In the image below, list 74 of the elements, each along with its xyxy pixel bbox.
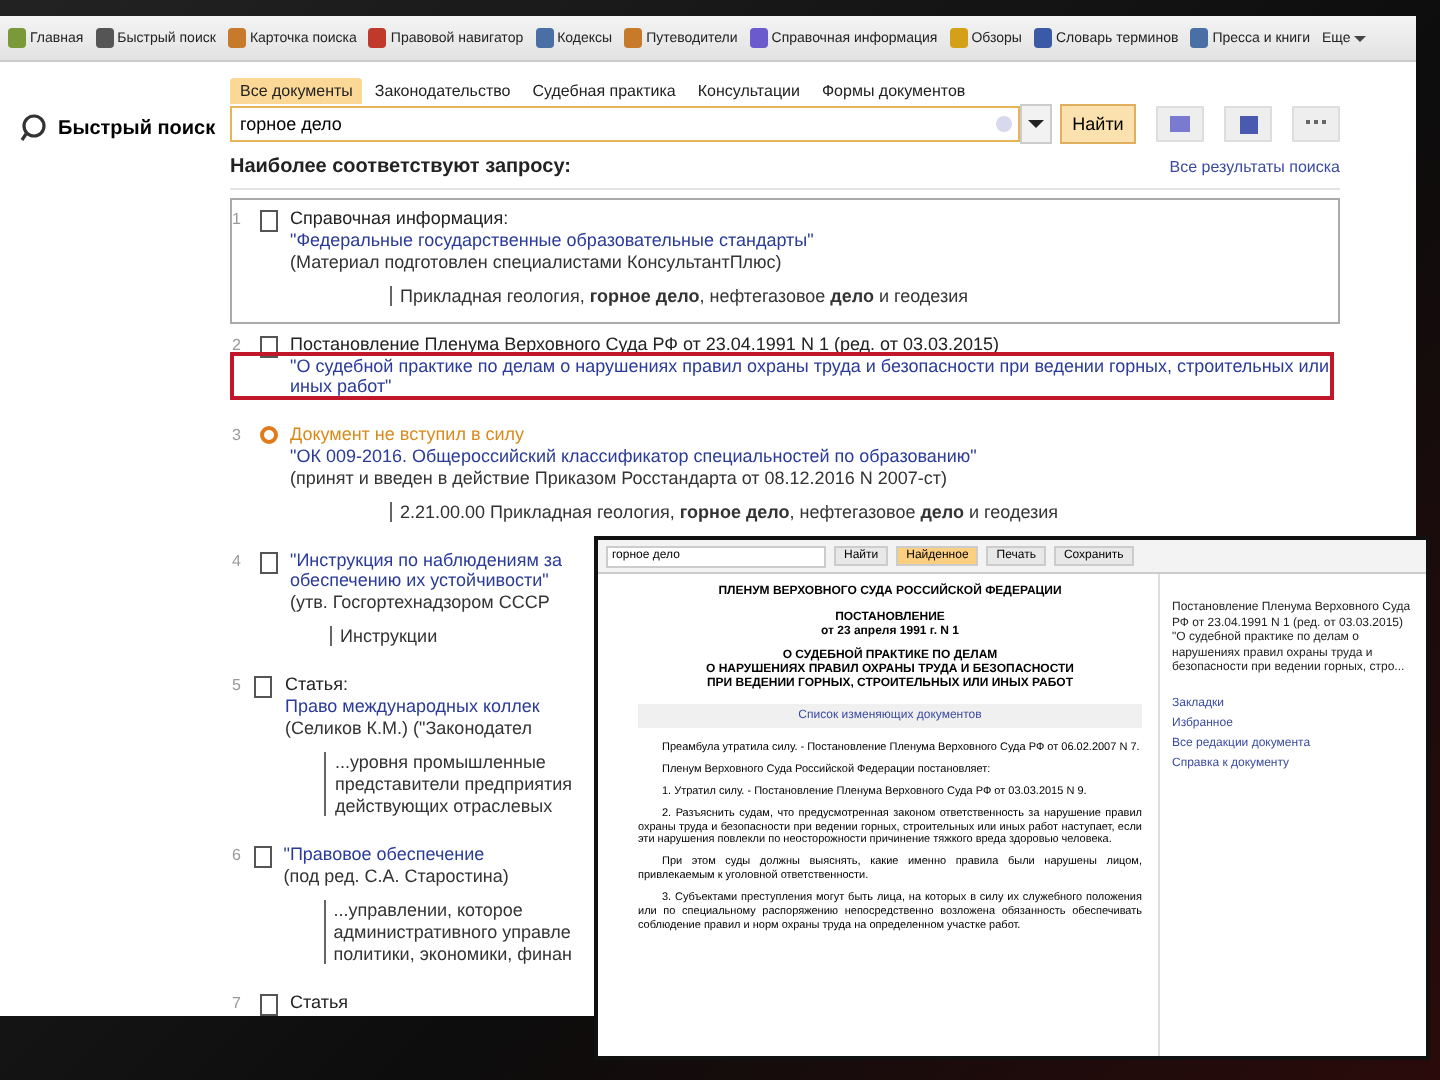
result-title-link[interactable]: "Правовое обеспечение	[283, 844, 572, 864]
result-note: (принят и введен в действие Приказом Росстандарта от 08.12.2016 N 2007-ст)	[290, 468, 949, 488]
search-tab[interactable]: Консультации	[687, 78, 810, 104]
warning-icon	[260, 426, 278, 444]
result-snippet: ...управлении, которое	[333, 900, 525, 920]
result-item[interactable]: 7 Статья	[230, 982, 582, 1034]
result-item[interactable]: 4 "Инструкция по наблюдениям за обеспечению их устойчивости" (утв. Госгортехнадзором СССР Инструкции	[230, 540, 582, 664]
quick-search-label: Быстрый поиск	[58, 117, 216, 139]
results-heading: Наиболее соответствуют запросу:	[230, 156, 571, 178]
more-options-button[interactable]	[1292, 106, 1340, 142]
result-snippet: представители предприятия	[334, 774, 572, 794]
result-note: (Материал подготовлен специалистами КонсультантПлюс)	[290, 252, 784, 272]
document-icon	[260, 994, 278, 1016]
find-button[interactable]: Найти	[1060, 104, 1136, 144]
search-icon	[20, 114, 48, 142]
result-number: 5	[232, 674, 243, 694]
document-icon	[1239, 115, 1257, 133]
search-tab[interactable]: Законодательство	[364, 78, 521, 104]
dots-icon	[1306, 120, 1326, 128]
result-number: 7	[232, 992, 243, 1012]
toolbar-icon	[1190, 28, 1209, 48]
search-tab[interactable]: Все документы	[230, 78, 363, 104]
result-item[interactable]: 6 "Правовое обеспечение (под ред. С.А. Старостина) ...управлении, которое административного управле политики, экономики, финан	[230, 834, 582, 982]
document-icon	[260, 552, 278, 574]
document-icon	[254, 676, 273, 698]
result-snippet: ...уровня промышленные	[334, 752, 548, 772]
result-title-link[interactable]: "ОК 009-2016. Общероссийский классификатор специальностей по образованию"	[290, 446, 1059, 466]
result-title-link[interactable]: Право международных коллек	[284, 696, 572, 716]
document-icon	[260, 336, 278, 358]
history-dropdown[interactable]	[1020, 104, 1052, 144]
result-snippet: 2.21.00.00 Прикладная геология, горное дело, нефтегазовое дело и геодезия	[400, 502, 1059, 522]
toolbar-icon	[227, 28, 246, 48]
print-button[interactable]	[1156, 106, 1204, 142]
toolbar-icon	[95, 28, 114, 48]
caret-icon	[1354, 35, 1367, 47]
document-icon	[253, 846, 272, 868]
result-type: Статья	[290, 992, 349, 1012]
result-snippet: Прикладная геология, горное дело, нефтегазовое дело и геодезия	[400, 286, 968, 306]
toolbar-icon	[624, 28, 643, 48]
result-type: Статья:	[284, 674, 350, 694]
result-title-link[interactable]: "Инструкция по наблюдениям за	[290, 550, 563, 570]
word-button[interactable]	[1224, 106, 1272, 142]
result-title-link[interactable]: "О судебной практике по делам о нарушениях правил охраны труда и безопасности при ведении горных, строительных или	[290, 356, 1330, 376]
search-tab[interactable]: Судебная практика	[522, 78, 686, 104]
result-number: 2	[232, 334, 243, 354]
toolbar-icon	[8, 28, 26, 48]
result-item[interactable]: 1 Справочная информация: "Федеральные государственные образовательные стандарты" (Материал подготовлен специалистами КонсультантПлюс) Прикладная геология, горное дело, нефтегазовое дело и геодезия	[230, 198, 1340, 324]
result-title-link[interactable]: иных работ"	[290, 376, 1330, 396]
document-icon	[260, 210, 278, 232]
result-note: (под ред. С.А. Старостина)	[283, 866, 511, 886]
result-number: 6	[232, 844, 242, 864]
result-item[interactable]: 5 Статья: Право международных коллек (Селиков К.М.) ("Законодател ...уровня промышленные представители предприятия действующих отраслевых	[230, 664, 582, 834]
search-tab[interactable]: Формы документов	[811, 78, 976, 104]
result-title-link[interactable]: "Федеральные государственные образовательные стандарты"	[290, 230, 968, 250]
result-note: (утв. Госгортехнадзором СССР	[290, 592, 552, 612]
result-title-link[interactable]: обеспечению их устойчивости"	[290, 570, 563, 590]
toolbar-icon	[949, 28, 968, 48]
result-number: 4	[232, 550, 243, 570]
result-type: Справочная информация:	[290, 208, 511, 228]
toolbar-icon	[1033, 28, 1052, 48]
result-number: 1	[232, 208, 243, 228]
result-snippet: политики, экономики, финан	[333, 944, 572, 964]
result-snippet: административного управле	[333, 922, 572, 942]
result-snippet: действующих отраслевых	[334, 796, 555, 816]
toolbar-icon	[749, 28, 768, 48]
result-note: (Селиков К.М.) ("Законодател	[284, 718, 535, 738]
printer-icon	[1170, 116, 1190, 132]
all-results-link[interactable]: Все результаты поиска	[1169, 158, 1340, 176]
toolbar-icon	[368, 28, 387, 48]
result-number: 3	[232, 424, 243, 444]
search-field[interactable]: горное дело	[230, 106, 1020, 142]
toolbar-icon	[535, 28, 554, 48]
result-snippet: Инструкции	[340, 626, 440, 646]
result-type: Документ не вступил в силу	[290, 424, 527, 444]
